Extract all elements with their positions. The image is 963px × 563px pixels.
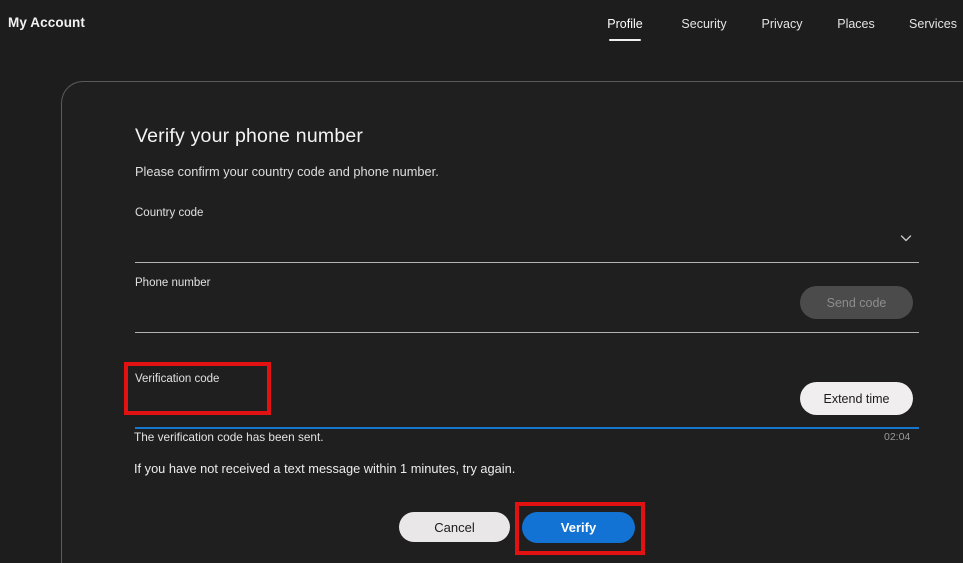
country-code-underline: [135, 262, 919, 263]
nav-active-indicator: [609, 39, 641, 41]
phone-number-label: Phone number: [135, 277, 211, 289]
verify-button[interactable]: Verify: [522, 512, 635, 543]
nav-tab-security[interactable]: Security: [673, 17, 735, 31]
phone-number-underline: [135, 332, 919, 333]
main-navigation: Profile Security Privacy Places Services: [595, 0, 963, 60]
app-header: My Account Profile Security Privacy Plac…: [0, 0, 963, 60]
verification-code-input[interactable]: [135, 391, 785, 427]
nav-tab-privacy[interactable]: Privacy: [753, 17, 811, 31]
verification-code-underline: [135, 427, 919, 429]
extend-time-button[interactable]: Extend time: [800, 382, 913, 415]
nav-tab-places[interactable]: Places: [830, 17, 882, 31]
phone-number-input[interactable]: [135, 295, 785, 331]
page-title: My Account: [8, 15, 86, 30]
nav-tab-profile[interactable]: Profile: [595, 17, 655, 31]
app-root: My Account Profile Security Privacy Plac…: [0, 0, 963, 563]
code-sent-message: The verification code has been sent.: [134, 430, 324, 444]
country-code-label: Country code: [135, 207, 204, 219]
countdown-timer: 02:04: [884, 431, 911, 443]
dialog-title: Verify your phone number: [135, 125, 364, 147]
retry-hint-message: If you have not received a text message …: [134, 461, 516, 476]
send-code-button[interactable]: Send code: [800, 286, 913, 319]
dialog-subtitle: Please confirm your country code and pho…: [135, 164, 439, 179]
cancel-button[interactable]: Cancel: [399, 512, 510, 542]
verification-code-label: Verification code: [135, 373, 220, 385]
country-code-input[interactable]: [135, 225, 919, 261]
verify-phone-card: Verify your phone number Please confirm …: [61, 81, 963, 563]
nav-tab-services[interactable]: Services: [903, 17, 963, 31]
chevron-down-icon[interactable]: [899, 231, 913, 245]
